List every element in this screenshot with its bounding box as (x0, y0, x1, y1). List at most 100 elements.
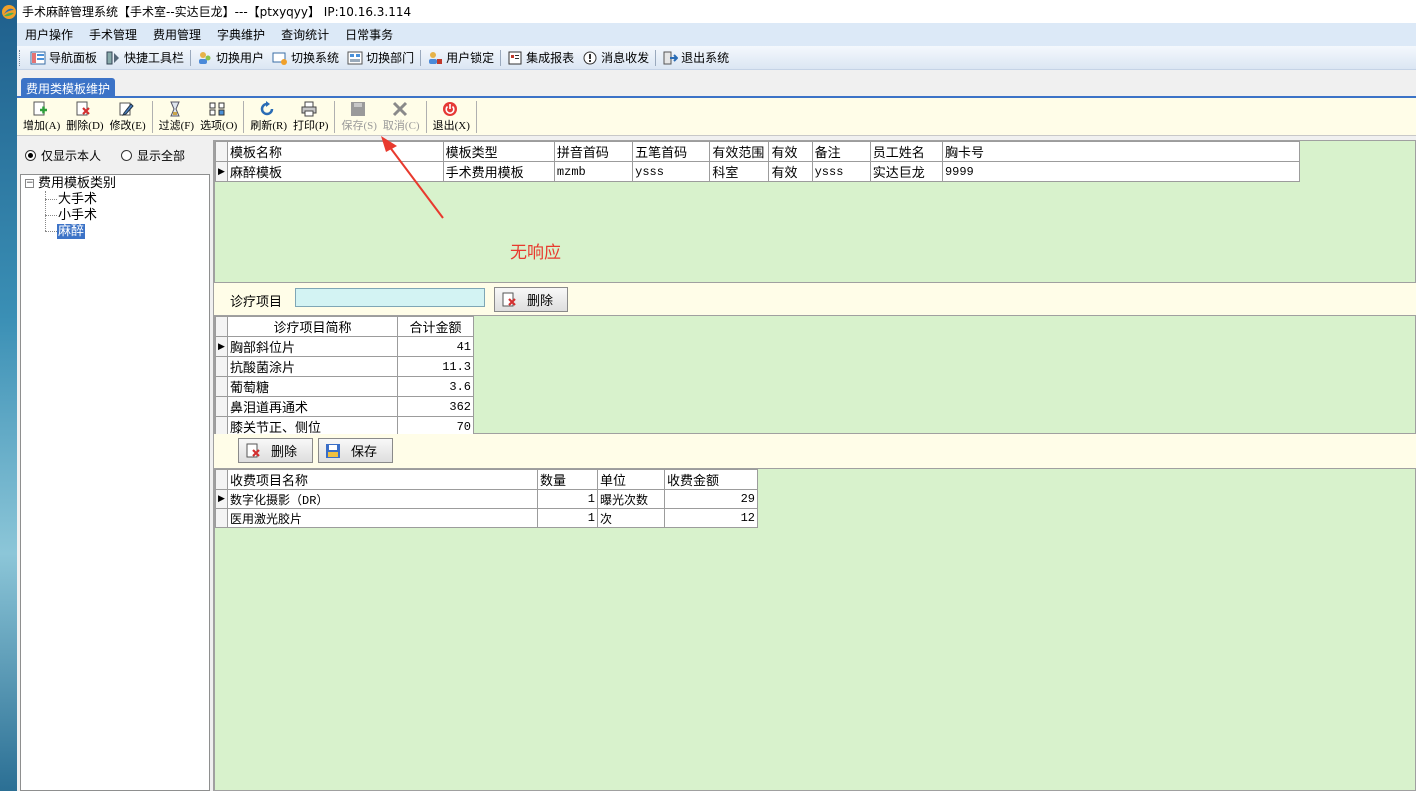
table-cell[interactable]: 数字化摄影（DR） (227, 489, 538, 509)
column-header[interactable]: 有效 (768, 141, 813, 162)
refresh-button[interactable]: 刷新(R) (247, 98, 290, 135)
menu-dictionary[interactable]: 字典维护 (209, 26, 273, 43)
table-row[interactable]: 医用激光胶片 1 次 12 (215, 508, 758, 528)
column-header[interactable]: 诊疗项目简称 (227, 316, 398, 337)
message-button[interactable]: 消息收发 (578, 47, 653, 69)
table-cell[interactable]: 实达巨龙 (869, 161, 943, 182)
cancel-button-disabled[interactable]: 取消(C) (380, 98, 423, 135)
table-row[interactable]: ▶ 胸部斜位片 41 (215, 336, 474, 357)
save-button-disabled[interactable]: 保存(S) (338, 98, 379, 135)
tree-node-root[interactable]: 费用模板类别 (38, 176, 116, 192)
column-header[interactable]: 员工姓名 (869, 141, 943, 162)
table-cell[interactable]: 有效 (768, 161, 813, 182)
column-header[interactable]: 收费金额 (664, 469, 758, 490)
column-header[interactable]: 收费项目名称 (227, 469, 538, 490)
table-row[interactable]: 鼻泪道再通术 362 (215, 396, 474, 417)
column-header[interactable]: 备注 (811, 141, 871, 162)
quick-toolbar-button[interactable]: 快捷工具栏 (101, 47, 188, 69)
integrated-report-button[interactable]: 集成报表 (503, 47, 578, 69)
switch-user-button[interactable]: 切换用户 (193, 47, 268, 69)
report-icon (508, 51, 522, 64)
column-header[interactable]: 模板类型 (442, 141, 555, 162)
diagnosis-delete-button[interactable]: 删除 (494, 287, 568, 312)
menu-user-operations[interactable]: 用户操作 (17, 26, 81, 43)
table-cell[interactable]: ysss (811, 161, 871, 182)
table-row[interactable]: 抗酸菌涂片 11.3 (215, 356, 474, 377)
table-cell[interactable]: 鼻泪道再通术 (227, 396, 398, 417)
quick-toolbar-label: 快捷工具栏 (124, 51, 185, 65)
table-row[interactable]: ▶ 数字化摄影（DR） 1 曝光次数 29 (215, 489, 758, 509)
options-button[interactable]: 选项(O) (197, 98, 240, 135)
print-button[interactable]: 打印(P) (290, 98, 331, 135)
navigation-panel-button[interactable]: 导航面板 (26, 47, 101, 69)
column-header[interactable]: 有效范围 (709, 141, 770, 162)
menu-surgery-management[interactable]: 手术管理 (81, 26, 145, 43)
menu-daily-affairs[interactable]: 日常事务 (337, 26, 401, 43)
table-cell[interactable]: 1 (537, 489, 598, 509)
main-toolbar: 导航面板 快捷工具栏 切换用户 切换系统 切换部门 用户锁定 集成报表 消息收发… (17, 46, 1416, 70)
tree-node-minor-surgery[interactable]: 小手术 (58, 208, 97, 224)
menu-query-statistics[interactable]: 查询统计 (273, 26, 337, 43)
table-cell[interactable]: ysss (632, 161, 711, 182)
delete-button[interactable]: 删除(D) (63, 98, 106, 135)
table-cell[interactable]: 科室 (709, 161, 770, 182)
table-cell[interactable]: 41 (397, 336, 474, 357)
save-icon (326, 443, 340, 458)
table-cell[interactable]: 362 (397, 396, 474, 417)
column-header[interactable]: 胸卡号 (941, 141, 1301, 162)
toolbar-separator (500, 49, 502, 66)
table-cell[interactable]: 医用激光胶片 (227, 508, 538, 528)
tree-node-major-surgery[interactable]: 大手术 (58, 192, 97, 208)
table-cell[interactable]: 曝光次数 (597, 489, 665, 509)
filter-button[interactable]: 过滤(F) (156, 98, 197, 135)
column-header[interactable]: 单位 (597, 469, 665, 490)
tree-connector (45, 231, 57, 232)
toolbar-grip[interactable] (19, 49, 22, 66)
table-row[interactable]: 葡萄糖 3.6 (215, 376, 474, 397)
tree-node-anesthesia[interactable]: 麻醉 (57, 224, 86, 240)
radio-show-self-only[interactable]: 仅显示本人 (25, 147, 101, 164)
table-row[interactable]: ▶ 麻醉模板 手术费用模板 mzmb ysss 科室 有效 ysss 实达巨龙 … (214, 161, 1301, 182)
table-cell[interactable]: 胸部斜位片 (227, 336, 398, 357)
exit-system-button[interactable]: 退出系统 (658, 47, 733, 69)
table-cell[interactable]: 12 (664, 508, 758, 528)
table-cell[interactable]: 葡萄糖 (227, 376, 398, 397)
table-cell[interactable]: 次 (597, 508, 665, 528)
tree-collapse-icon[interactable]: − (25, 179, 34, 188)
add-icon (33, 101, 48, 116)
table-cell[interactable]: 9999 (941, 161, 1301, 182)
add-label: 增加(A) (23, 120, 61, 132)
table-cell[interactable]: 11.3 (397, 356, 474, 377)
table-cell[interactable]: 麻醉模板 (227, 161, 444, 182)
menu-fee-management[interactable]: 费用管理 (145, 26, 209, 43)
switch-system-button[interactable]: 切换系统 (268, 47, 343, 69)
tab-fee-template-maintenance[interactable]: 费用类模板维护 (21, 78, 116, 98)
charge-save-button[interactable]: 保存 (318, 438, 393, 463)
user-lock-button[interactable]: 用户锁定 (423, 47, 498, 69)
table-cell[interactable]: 3.6 (397, 376, 474, 397)
diagnosis-item-input[interactable] (295, 288, 485, 307)
column-header[interactable]: 拼音首码 (553, 141, 634, 162)
table-cell[interactable]: 抗酸菌涂片 (227, 356, 398, 377)
edit-button[interactable]: 修改(E) (107, 98, 149, 135)
column-header[interactable]: 数量 (537, 469, 598, 490)
column-header[interactable]: 五笔首码 (632, 141, 711, 162)
row-indicator (215, 508, 228, 528)
radio-show-all[interactable]: 显示全部 (121, 147, 185, 164)
cancel-icon (392, 101, 407, 117)
table-cell[interactable]: 手术费用模板 (442, 161, 555, 182)
table-cell[interactable]: 29 (664, 489, 758, 509)
charge-delete-button[interactable]: 删除 (238, 438, 313, 463)
column-header[interactable]: 合计金额 (397, 316, 474, 337)
table-cell[interactable]: 1 (537, 508, 598, 528)
table-cell[interactable]: mzmb (553, 161, 634, 182)
add-button[interactable]: 增加(A) (20, 98, 63, 135)
options-label: 选项(O) (200, 120, 238, 132)
exit-system-icon (663, 51, 679, 64)
current-row-indicator-icon: ▶ (215, 489, 228, 509)
row-indicator-header (215, 469, 228, 490)
toolbar-separator (420, 49, 422, 66)
exit-button[interactable]: 退出(X) (430, 98, 473, 135)
switch-department-button[interactable]: 切换部门 (343, 47, 418, 69)
column-header[interactable]: 模板名称 (227, 141, 444, 162)
